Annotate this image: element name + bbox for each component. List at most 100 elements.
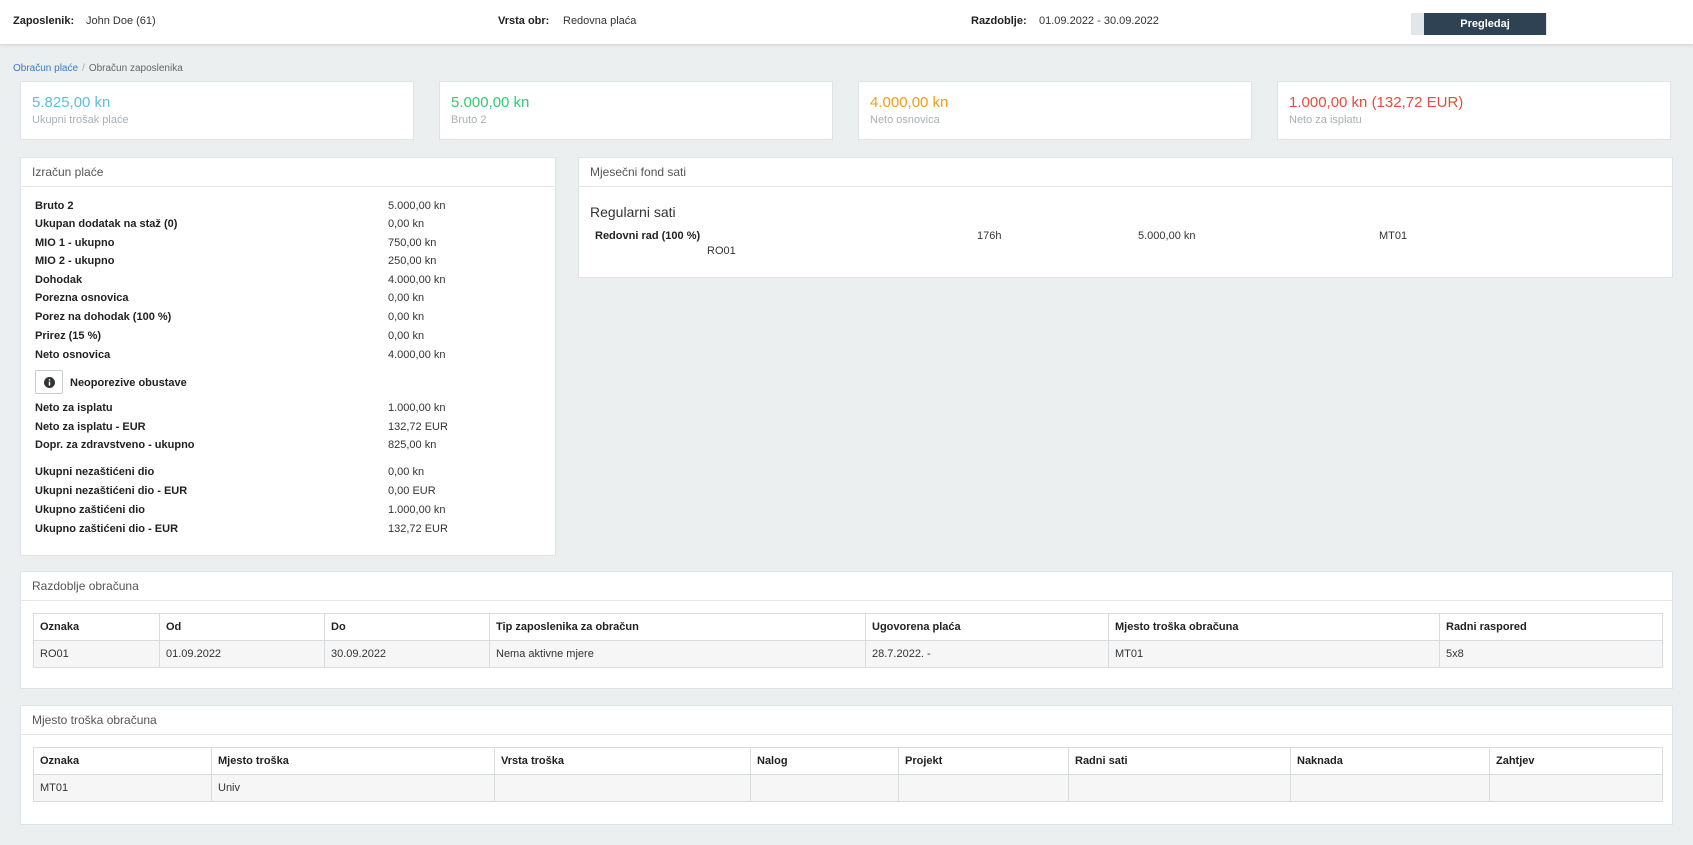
table-cell: RO01	[33, 640, 160, 668]
calc-row: Bruto 2 5.000,00 kn	[35, 200, 535, 214]
column-header[interactable]: Ugovorena plaća	[865, 613, 1109, 641]
calc-row: Neto osnovica 4.000,00 kn	[35, 349, 535, 363]
stat-card-net-base: 4.000,00 kn Neto osnovica	[858, 81, 1252, 140]
table-cell: MT01	[33, 774, 212, 802]
column-header[interactable]: Vrsta troška	[494, 747, 751, 775]
calc-value: 4.000,00 kn	[388, 349, 446, 361]
calc-label: Neto za isplatu - EUR	[35, 421, 146, 433]
work-period: RO01	[707, 245, 736, 257]
calc-type-value[interactable]: Redovna plaća	[563, 15, 636, 27]
calc-value: 0,00 kn	[388, 292, 425, 304]
calc-row: Neto za isplatu 1.000,00 kn	[35, 402, 535, 416]
table-cell	[1489, 774, 1663, 802]
panel-title: Izračun plaće	[21, 158, 555, 187]
column-header[interactable]: Projekt	[898, 747, 1069, 775]
table-cell: MT01	[1108, 640, 1440, 668]
column-header[interactable]: Radni sati	[1068, 747, 1291, 775]
calc-row: Prirez (15 %) 0,00 kn	[35, 330, 535, 344]
period-label: Razdoblje:	[971, 15, 1027, 27]
column-header[interactable]: Naknada	[1290, 747, 1490, 775]
calc-value: 132,72 EUR	[388, 523, 448, 535]
calc-label: Neto osnovica	[35, 349, 111, 361]
column-header[interactable]: Od	[159, 613, 325, 641]
stat-net-payout-label: Neto za isplatu	[1289, 114, 1362, 126]
calc-row: Ukupno zaštićeni dio 1.000,00 kn	[35, 504, 535, 518]
panel-title: Mjesto troška obračuna	[21, 706, 1672, 735]
calc-row: Porez na dohodak (100 %) 0,00 kn	[35, 311, 535, 325]
filter-bar: Zaposlenik: John Doe (61) Vrsta obr: Red…	[0, 0, 1693, 45]
stat-total-cost-label: Ukupni trošak plaće	[32, 114, 129, 126]
table-row[interactable]: MT01 Univ	[33, 774, 1663, 802]
cost-center-table: Oznaka Mjesto troška Vrsta troška Nalog …	[33, 747, 1663, 802]
stat-total-cost-value: 5.825,00 kn	[32, 94, 111, 111]
calc-label: Porezna osnovica	[35, 292, 129, 304]
calc-label: Dohodak	[35, 274, 83, 286]
stat-gross2-label: Bruto 2	[451, 114, 487, 126]
calc-row: Dopr. za zdravstveno - ukupno 825,00 kn	[35, 439, 535, 453]
column-header[interactable]: Oznaka	[33, 747, 212, 775]
calc-label: Ukupni nezaštićeni dio - EUR	[35, 485, 188, 497]
calc-label: Prirez (15 %)	[35, 330, 102, 342]
calc-value: 825,00 kn	[388, 439, 437, 451]
column-header[interactable]: Mjesto troška	[211, 747, 495, 775]
column-header[interactable]: Tip zaposlenika za obračun	[489, 613, 866, 641]
column-header[interactable]: Zahtjev	[1489, 747, 1663, 775]
stat-net-payout-value: 1.000,00 kn (132,72 EUR)	[1289, 94, 1464, 111]
period-value[interactable]: 01.09.2022 - 30.09.2022	[1039, 15, 1159, 27]
table-row[interactable]: RO01 01.09.2022 30.09.2022 Nema aktivne …	[33, 640, 1663, 668]
calc-value: 250,00 kn	[388, 255, 437, 267]
view-button[interactable]: Pregledaj	[1424, 13, 1546, 35]
calc-value: 0,00 EUR	[388, 485, 436, 497]
work-amount: 5.000,00 kn	[1138, 230, 1196, 242]
calc-value: 0,00 kn	[388, 311, 425, 323]
panel-title: Mjesečni fond sati	[579, 158, 1672, 187]
breadcrumb-current: Obračun zaposlenika	[88, 63, 183, 74]
table-cell	[494, 774, 751, 802]
regular-hours-title: Regularni sati	[590, 204, 676, 220]
table-cell: Nema aktivne mjere	[489, 640, 866, 668]
breadcrumb-parent-link[interactable]: Obračun plaće	[13, 63, 78, 74]
calc-value: 0,00 kn	[388, 330, 425, 342]
calc-row: Ukupni nezaštićeni dio 0,00 kn	[35, 466, 535, 480]
table-cell	[750, 774, 899, 802]
calc-value: 0,00 kn	[388, 466, 425, 478]
stat-gross2-value: 5.000,00 kn	[451, 94, 530, 111]
period-table: Oznaka Od Do Tip zaposlenika za obračun …	[33, 613, 1663, 668]
calc-row: Ukupno zaštićeni dio - EUR 132,72 EUR	[35, 523, 535, 537]
deductions-info-button[interactable]	[35, 370, 63, 394]
employee-label: Zaposlenik:	[13, 15, 75, 27]
table-cell: 30.09.2022	[324, 640, 490, 668]
calc-row: MIO 1 - ukupno 750,00 kn	[35, 237, 535, 251]
calc-label: MIO 2 - ukupno	[35, 255, 115, 267]
stat-net-base-label: Neto osnovica	[870, 114, 940, 126]
calc-value: 1.000,00 kn	[388, 402, 446, 414]
cost-center-panel: Mjesto troška obračuna Oznaka Mjesto tro…	[20, 705, 1673, 825]
employee-value[interactable]: John Doe (61)	[86, 15, 156, 27]
calc-label: Ukupno zaštićeni dio - EUR	[35, 523, 179, 535]
work-cost-center: MT01	[1379, 230, 1408, 242]
breadcrumb-separator: /	[82, 63, 85, 74]
deductions-label: Neoporezive obustave	[70, 377, 187, 389]
calc-label: Dopr. za zdravstveno - ukupno	[35, 439, 195, 451]
table-cell: 01.09.2022	[159, 640, 325, 668]
stat-net-base-value: 4.000,00 kn	[870, 94, 949, 111]
column-header[interactable]: Radni raspored	[1439, 613, 1663, 641]
work-type-name: Redovni rad (100 %)	[595, 230, 701, 242]
salary-calculation-panel: Izračun plaće Bruto 2 5.000,00 kn Ukupan …	[20, 157, 556, 556]
calc-value: 132,72 EUR	[388, 421, 448, 433]
monthly-hours-panel: Mjesečni fond sati Regularni sati Redovn…	[578, 157, 1673, 278]
calc-row: MIO 2 - ukupno 250,00 kn	[35, 255, 535, 269]
calc-label: Neto za isplatu	[35, 402, 113, 414]
stat-card-total-cost: 5.825,00 kn Ukupni trošak plaće	[20, 81, 414, 140]
column-header[interactable]: Nalog	[750, 747, 899, 775]
calc-label: Ukupno zaštićeni dio	[35, 504, 146, 516]
calc-value: 4.000,00 kn	[388, 274, 446, 286]
calc-value: 5.000,00 kn	[388, 200, 446, 212]
calc-row: Dohodak 4.000,00 kn	[35, 274, 535, 288]
table-cell	[1290, 774, 1490, 802]
column-header[interactable]: Do	[324, 613, 490, 641]
column-header[interactable]: Oznaka	[33, 613, 160, 641]
column-header[interactable]: Mjesto troška obračuna	[1108, 613, 1440, 641]
table-cell: Univ	[211, 774, 495, 802]
calc-row: Neto za isplatu - EUR 132,72 EUR	[35, 421, 535, 435]
